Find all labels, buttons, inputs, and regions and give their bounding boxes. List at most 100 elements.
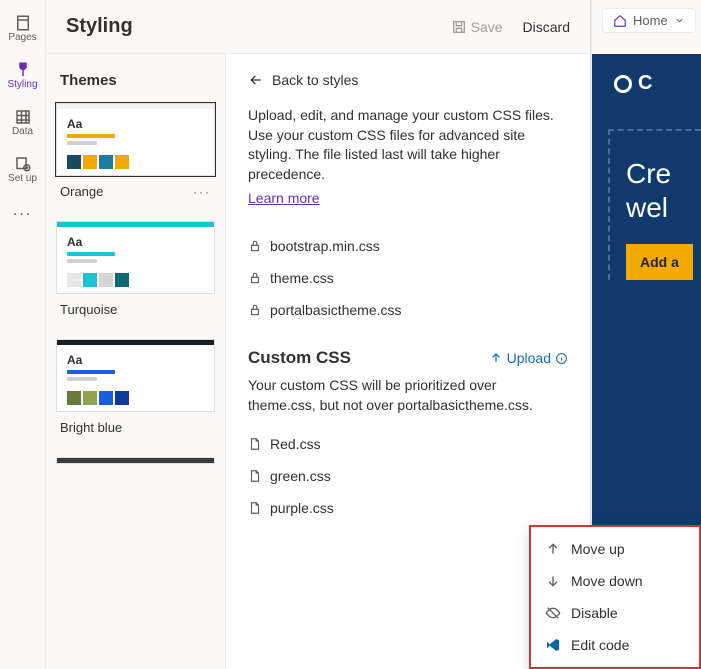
- accent-bar-secondary: [67, 259, 97, 263]
- lock-icon: [248, 303, 262, 317]
- theme-aa: Aa: [67, 117, 204, 131]
- header: Styling Save Discard: [46, 0, 590, 54]
- accent-bar-secondary: [67, 377, 97, 381]
- nav-styling[interactable]: Styling: [0, 55, 45, 96]
- nav-data[interactable]: Data: [0, 102, 45, 143]
- nav-label: Set up: [8, 173, 37, 184]
- swatch: [83, 391, 97, 405]
- brush-icon: [14, 61, 32, 79]
- preview-panel: Cre wel Add a: [608, 129, 701, 280]
- hero-cta-button[interactable]: Add a: [626, 244, 693, 280]
- nav-setup[interactable]: Set up: [0, 149, 45, 190]
- theme-name: Bright blue: [60, 420, 122, 435]
- info-icon: [555, 352, 568, 365]
- theme-item-orange[interactable]: Aa Orange ···: [56, 103, 215, 213]
- chevron-down-icon: [674, 15, 685, 26]
- accent-bar: [67, 134, 115, 138]
- swatch: [99, 391, 113, 405]
- context-edit-code[interactable]: Edit code: [531, 629, 699, 661]
- custom-css-file[interactable]: green.css: [248, 460, 568, 492]
- themes-column[interactable]: Themes Aa: [46, 54, 226, 669]
- save-icon: [451, 19, 467, 35]
- swatch: [115, 273, 129, 287]
- swatch: [67, 273, 81, 287]
- context-disable[interactable]: Disable: [531, 597, 699, 629]
- file-name: portalbasictheme.css: [270, 302, 402, 318]
- theme-name: Orange: [60, 184, 103, 199]
- theme-item-brightblue[interactable]: Aa Bright blue: [56, 339, 215, 449]
- context-move-up[interactable]: Move up: [531, 533, 699, 565]
- custom-css-file[interactable]: Red.css: [248, 428, 568, 460]
- file-icon: [248, 469, 262, 483]
- theme-overflow-button[interactable]: ···: [193, 185, 211, 199]
- back-label: Back to styles: [272, 72, 358, 88]
- theme-aa: Aa: [67, 235, 204, 249]
- setup-icon: [14, 155, 32, 173]
- home-icon: [613, 14, 627, 28]
- context-label: Disable: [571, 605, 618, 621]
- save-button[interactable]: Save: [451, 19, 503, 35]
- lock-icon: [248, 271, 262, 285]
- hero-line2: wel: [626, 191, 701, 225]
- upload-icon: [489, 351, 503, 365]
- learn-more-link[interactable]: Learn more: [248, 190, 320, 206]
- upload-button[interactable]: Upload: [489, 350, 568, 366]
- file-name: green.css: [270, 468, 331, 484]
- nav-pages[interactable]: Pages: [0, 8, 45, 49]
- preview-logo: C: [592, 72, 701, 95]
- swatch: [99, 273, 113, 287]
- discard-button[interactable]: Discard: [523, 19, 570, 35]
- swatch: [67, 155, 81, 169]
- arrow-down-icon: [545, 573, 561, 589]
- system-css-file[interactable]: portalbasictheme.css: [248, 294, 568, 326]
- accent-bar: [67, 252, 115, 256]
- lock-icon: [248, 239, 262, 253]
- swatch: [115, 391, 129, 405]
- custom-css-description: Your custom CSS will be prioritized over…: [248, 376, 568, 415]
- home-breadcrumb[interactable]: Home: [602, 8, 696, 33]
- nav-more[interactable]: ...: [13, 202, 32, 220]
- upload-label: Upload: [507, 350, 551, 366]
- page-title: Styling: [66, 15, 133, 38]
- context-menu: Move up Move down Disable Edit code: [529, 525, 701, 669]
- logo-text: C: [638, 72, 652, 95]
- context-move-down[interactable]: Move down: [531, 565, 699, 597]
- nav-label: Styling: [7, 79, 37, 90]
- file-icon: [248, 437, 262, 451]
- swatch: [67, 391, 81, 405]
- logo-ring-icon: [614, 75, 632, 93]
- disable-icon: [545, 605, 561, 621]
- file-name: Red.css: [270, 436, 321, 452]
- theme-topbar: [57, 458, 214, 463]
- accent-bar-secondary: [67, 141, 97, 145]
- pages-icon: [14, 14, 32, 32]
- system-css-file[interactable]: bootstrap.min.css: [248, 230, 568, 262]
- main-column: Styling Save Discard Themes Aa: [46, 0, 591, 669]
- arrow-up-icon: [545, 541, 561, 557]
- nav-label: Pages: [8, 32, 36, 43]
- context-label: Move up: [571, 541, 625, 557]
- detail-description: Upload, edit, and manage your custom CSS…: [248, 106, 568, 184]
- data-icon: [14, 108, 32, 126]
- file-name: purple.css: [270, 500, 334, 516]
- theme-aa: Aa: [67, 353, 204, 367]
- context-label: Move down: [571, 573, 643, 589]
- context-label: Edit code: [571, 637, 629, 653]
- themes-heading: Themes: [46, 54, 225, 103]
- file-name: bootstrap.min.css: [270, 238, 380, 254]
- theme-item-next[interactable]: [56, 457, 215, 464]
- hero-line1: Cre: [626, 157, 701, 191]
- vscode-icon: [545, 637, 561, 653]
- accent-bar: [67, 370, 115, 374]
- swatch: [83, 273, 97, 287]
- swatch: [83, 155, 97, 169]
- back-to-styles-link[interactable]: Back to styles: [248, 72, 568, 88]
- theme-item-turquoise[interactable]: Aa Turquoise: [56, 221, 215, 331]
- file-icon: [248, 501, 262, 515]
- discard-label: Discard: [523, 19, 570, 35]
- custom-css-file[interactable]: purple.css: [248, 492, 568, 524]
- header-actions: Save Discard: [451, 19, 570, 35]
- custom-css-heading: Custom CSS: [248, 348, 351, 368]
- arrow-left-icon: [248, 72, 264, 88]
- system-css-file[interactable]: theme.css: [248, 262, 568, 294]
